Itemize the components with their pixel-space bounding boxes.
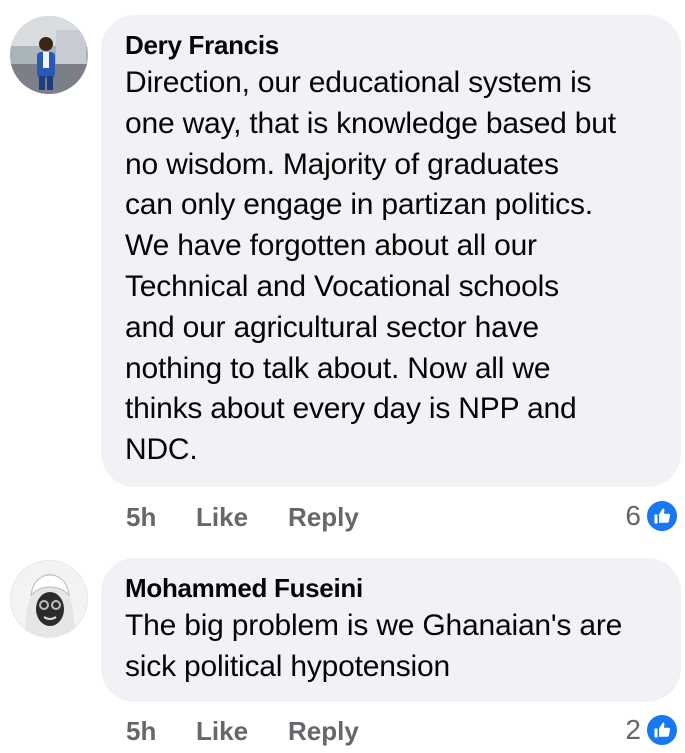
- reaction-summary[interactable]: 2: [625, 713, 679, 747]
- reaction-count: 2: [625, 714, 641, 745]
- comment-actions: 5h Like Reply: [126, 502, 359, 533]
- reply-button[interactable]: Reply: [288, 502, 359, 533]
- like-button[interactable]: Like: [196, 502, 288, 533]
- comment-text: Direction, our educational system is one…: [125, 66, 616, 467]
- reply-button[interactable]: Reply: [288, 716, 359, 747]
- thumbs-up-icon: [645, 499, 679, 533]
- comment-author[interactable]: Dery Francis: [125, 29, 657, 61]
- comment-text: The big problem is we Ghanaian's are sic…: [125, 609, 623, 683]
- like-button[interactable]: Like: [196, 716, 288, 747]
- comment-bubble: Dery Francis Direction, our educational …: [101, 15, 681, 487]
- comment-bubble: Mohammed Fuseini The big problem is we G…: [101, 558, 681, 702]
- thumbs-up-icon: [645, 713, 679, 747]
- avatar[interactable]: [10, 16, 88, 94]
- comment-timestamp[interactable]: 5h: [126, 716, 196, 747]
- comment-actions: 5h Like Reply: [126, 716, 359, 747]
- reaction-summary[interactable]: 6: [625, 499, 679, 533]
- comment-author[interactable]: Mohammed Fuseini: [125, 572, 657, 604]
- comment-timestamp[interactable]: 5h: [126, 502, 196, 533]
- avatar[interactable]: [10, 560, 88, 638]
- reaction-count: 6: [625, 500, 641, 531]
